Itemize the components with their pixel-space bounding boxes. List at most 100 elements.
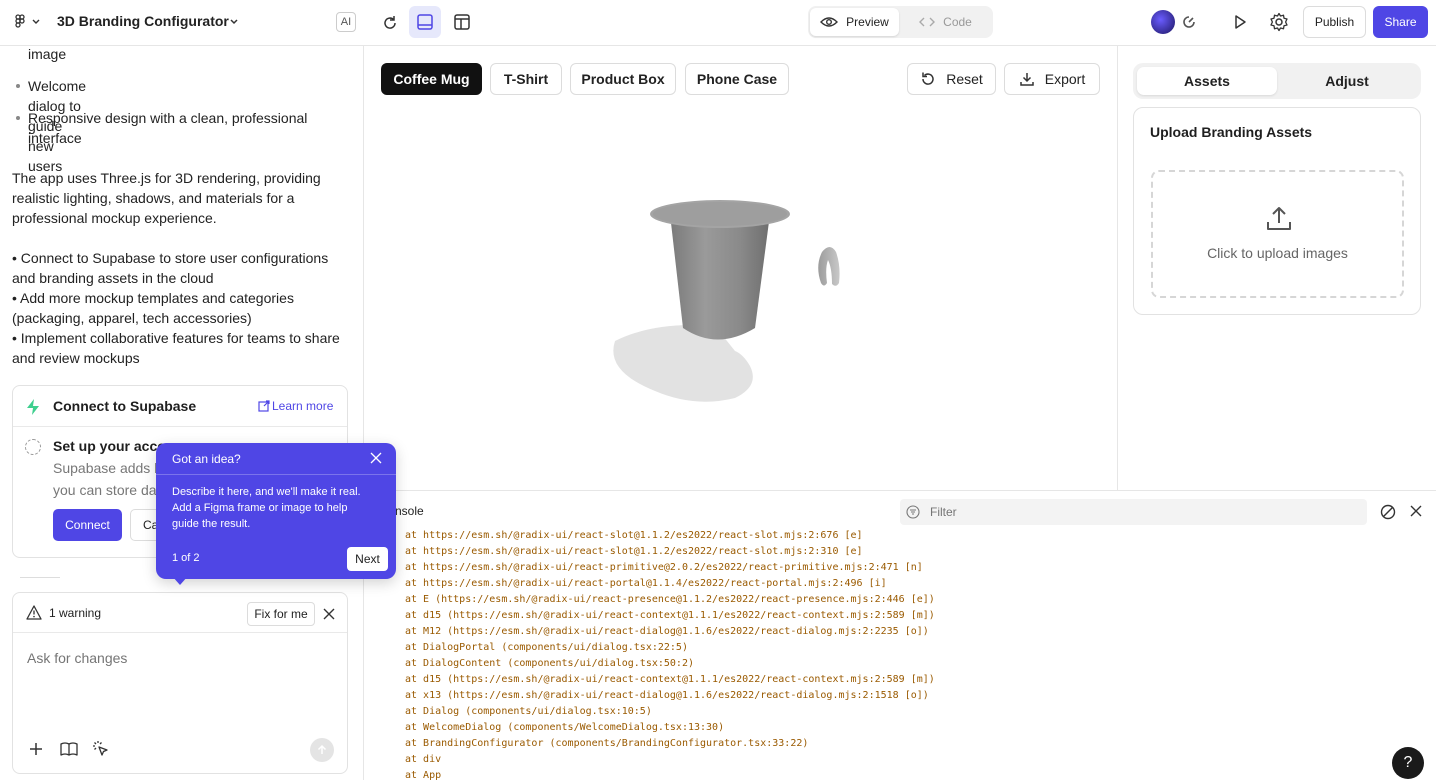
run-button[interactable] <box>1226 8 1254 36</box>
settings-button[interactable] <box>1265 8 1293 36</box>
bullet-dot <box>16 116 20 120</box>
tooltip-body-line: guide the result. <box>172 518 251 530</box>
next-step-line: and branding assets in the cloud <box>12 270 214 286</box>
chat-input[interactable] <box>27 645 327 671</box>
console-log-line: at BrandingConfigurator (components/Bran… <box>405 738 809 749</box>
clear-console-icon[interactable] <box>1380 504 1396 520</box>
bullet-text-continued: interface <box>28 130 82 146</box>
tooltip-divider <box>156 474 396 475</box>
figma-logo-icon <box>15 14 40 28</box>
figma-menu-button[interactable] <box>10 12 44 34</box>
learn-more-link[interactable]: Learn more <box>258 399 333 413</box>
code-brackets-icon <box>919 17 936 27</box>
user-avatar[interactable] <box>1151 10 1175 34</box>
chat-paragraph-line: The app uses Three.js for 3D rendering, … <box>12 170 321 186</box>
help-button[interactable]: ? <box>1392 747 1424 779</box>
send-button[interactable] <box>310 738 334 762</box>
ai-badge[interactable]: AI <box>336 12 356 32</box>
template-coffee-mug[interactable]: Coffee Mug <box>381 63 482 95</box>
close-icon[interactable] <box>370 452 382 464</box>
learn-more-label: Learn more <box>272 399 334 413</box>
warning-count: 1 warning <box>49 606 102 620</box>
bullet-dot <box>16 84 20 88</box>
console-log-line: at d15 (https://esm.sh/@radix-ui/react-c… <box>405 674 935 685</box>
mug-rim-inner <box>653 202 787 226</box>
publish-button[interactable]: Publish <box>1303 6 1366 38</box>
chevron-down-icon[interactable] <box>229 17 239 27</box>
reset-button[interactable]: Reset <box>907 63 996 95</box>
console-log-line: at x13 (https://esm.sh/@radix-ui/react-d… <box>405 690 929 701</box>
console-filter <box>900 499 1367 525</box>
preview-label: Preview <box>846 15 889 29</box>
chat-paragraph-line: professional mockup experience. <box>12 210 217 226</box>
arrow-up-icon <box>317 744 327 754</box>
sync-status-icon <box>1183 16 1195 28</box>
console-log-line: at E (https://esm.sh/@radix-ui/react-pre… <box>405 594 935 605</box>
console-log-line: at App <box>405 770 442 780</box>
upload-icon <box>1267 207 1291 230</box>
filter-icon <box>906 505 920 519</box>
template-t-shirt[interactable]: T-Shirt <box>490 63 562 95</box>
tooltip-body-line: Add a Figma frame or image to help <box>172 502 348 514</box>
step-description: Supabase adds b <box>53 460 162 476</box>
supabase-card-header: Connect to Supabase Learn more <box>13 386 347 427</box>
console-log-line: at d15 (https://esm.sh/@radix-ui/react-c… <box>405 610 935 621</box>
console-log-line: at Dialog (components/ui/dialog.tsx:10:5… <box>405 706 652 717</box>
template-phone-case[interactable]: Phone Case <box>685 63 789 95</box>
close-console-icon[interactable] <box>1410 505 1422 517</box>
warning-triangle-icon <box>26 605 42 620</box>
view-toggle: Preview Code <box>808 6 993 38</box>
download-icon <box>1020 73 1034 86</box>
fix-for-me-button[interactable]: Fix for me <box>247 602 315 626</box>
eye-icon <box>820 17 839 27</box>
code-tab[interactable]: Code <box>903 8 988 36</box>
coffee-mug-3d-model[interactable] <box>595 186 855 416</box>
console-log-line: at DialogContent (components/ui/dialog.t… <box>405 658 694 669</box>
next-step-line: • Connect to Supabase to store user conf… <box>12 250 329 266</box>
next-step-line: • Add more mockup templates and categori… <box>12 290 294 306</box>
console-filter-input[interactable] <box>930 502 1350 522</box>
tooltip-next-button[interactable]: Next <box>347 547 388 571</box>
supabase-bolt-icon <box>27 399 39 415</box>
console-log-line: at https://esm.sh/@radix-ui/react-slot@1… <box>405 530 863 541</box>
tab-assets[interactable]: Assets <box>1137 67 1277 95</box>
export-label: Export <box>1044 71 1086 87</box>
chat-text-fragment: image <box>28 46 67 62</box>
chat-panel: image Welcome dialog to guide new users … <box>0 46 364 780</box>
cursor-select-icon[interactable] <box>92 740 110 758</box>
tooltip-arrow <box>172 576 188 585</box>
layout-bottom-panel-button[interactable] <box>409 6 441 38</box>
refresh-icon <box>384 16 396 29</box>
console-title: nsole <box>395 504 424 518</box>
warning-bar: 1 warning Fix for me <box>13 593 347 633</box>
connect-button[interactable]: Connect <box>53 509 122 541</box>
panel-tabs: Assets Adjust <box>1133 63 1421 99</box>
console-log-line: at M12 (https://esm.sh/@radix-ui/react-d… <box>405 626 929 637</box>
close-icon[interactable] <box>323 608 335 620</box>
console-log-line: at DialogPortal (components/ui/dialog.ts… <box>405 642 688 653</box>
layout-split-button[interactable] <box>446 6 478 38</box>
plus-icon[interactable] <box>28 741 44 757</box>
reset-icon <box>922 72 934 85</box>
tab-adjust[interactable]: Adjust <box>1277 67 1417 95</box>
share-button[interactable]: Share <box>1373 6 1428 38</box>
step-status-icon <box>25 439 41 455</box>
panel-bottom-icon <box>417 14 433 30</box>
book-icon[interactable] <box>60 741 78 757</box>
assets-panel: Assets Adjust Upload Branding Assets Cli… <box>1117 46 1436 490</box>
refresh-button[interactable] <box>376 9 404 37</box>
panel-split-icon <box>454 14 470 30</box>
upload-title: Upload Branding Assets <box>1150 124 1313 140</box>
console-log-line: at WelcomeDialog (components/WelcomeDial… <box>405 722 725 733</box>
template-product-box[interactable]: Product Box <box>570 63 676 95</box>
project-title[interactable]: 3D Branding Configurator <box>57 13 229 29</box>
tooltip-title: Got an idea? <box>172 452 241 466</box>
reset-label: Reset <box>946 71 983 87</box>
upload-dropzone[interactable]: Click to upload images <box>1151 170 1404 298</box>
preview-canvas[interactable]: Coffee Mug T-Shirt Product Box Phone Cas… <box>365 46 1116 490</box>
console-log-line: at https://esm.sh/@radix-ui/react-primit… <box>405 562 923 573</box>
onboarding-tooltip: Got an idea? Describe it here, and we'll… <box>156 443 396 579</box>
preview-tab[interactable]: Preview <box>810 8 899 36</box>
export-button[interactable]: Export <box>1004 63 1100 95</box>
play-icon <box>1235 15 1246 29</box>
